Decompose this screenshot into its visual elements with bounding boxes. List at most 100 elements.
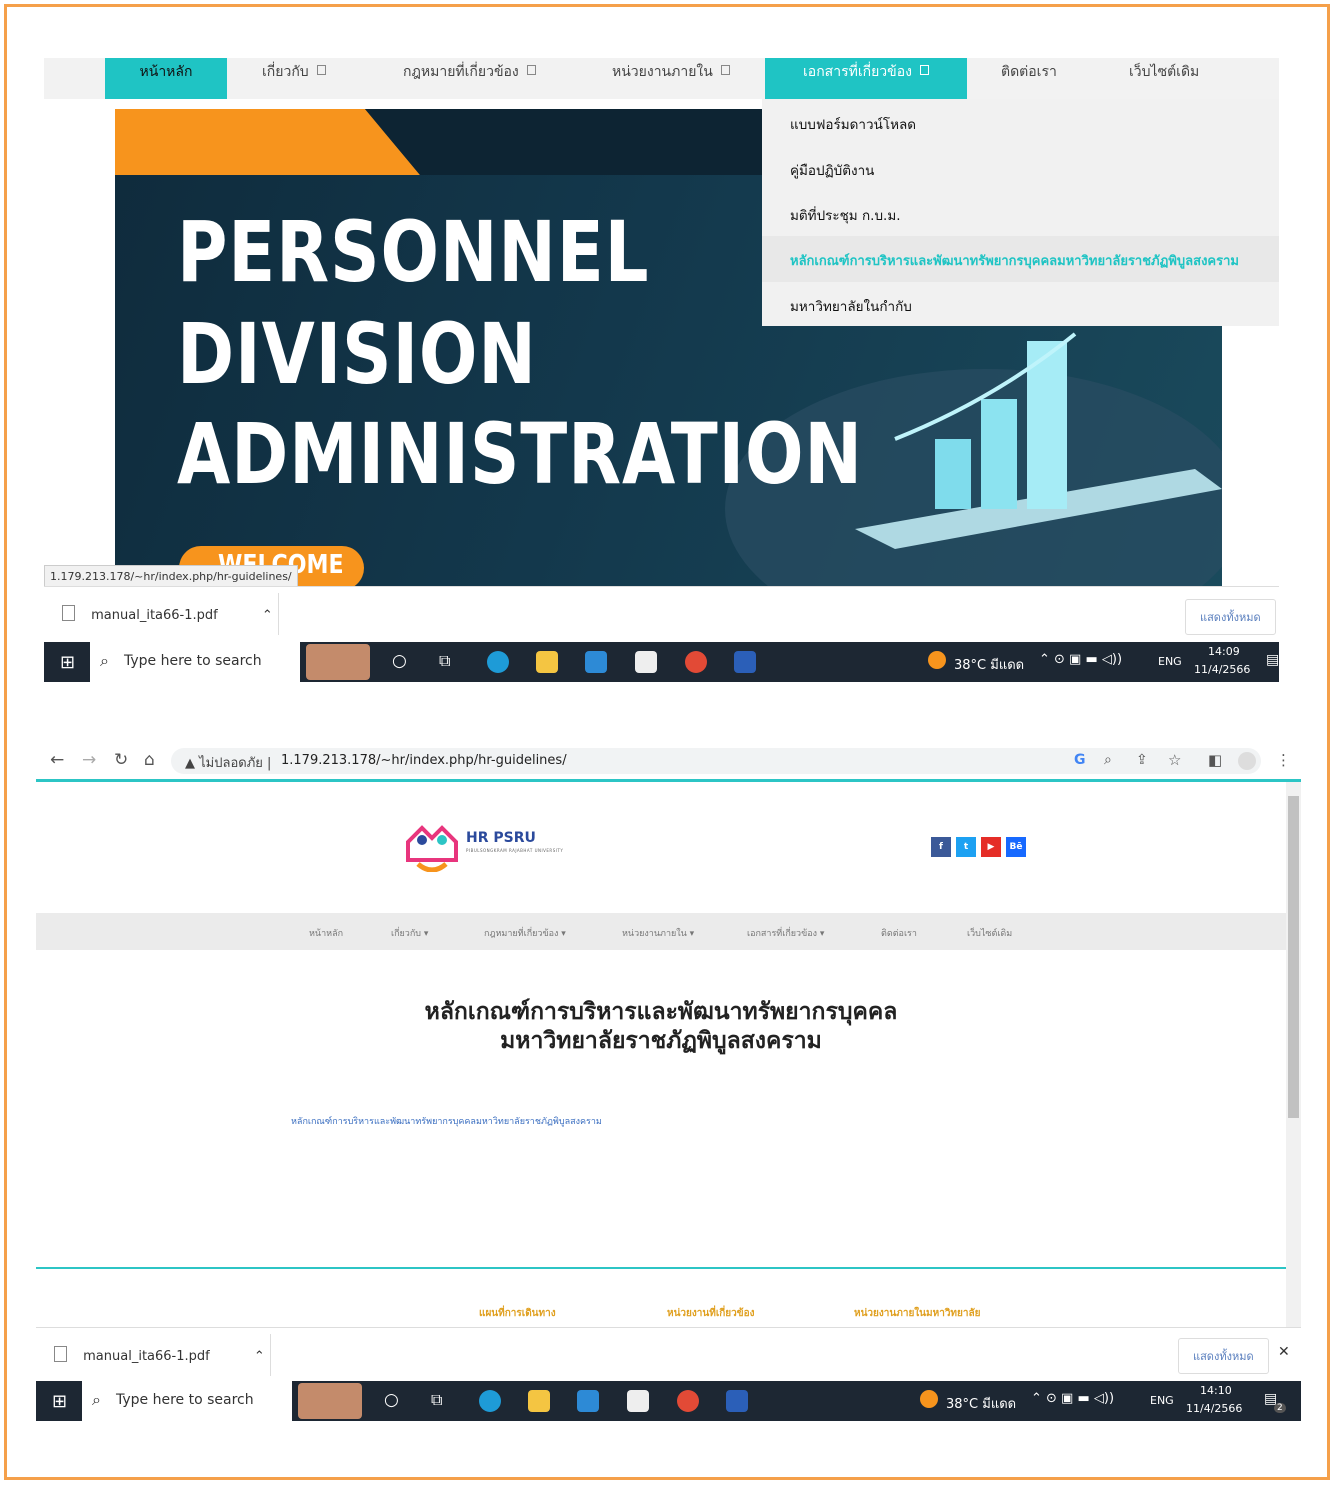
footer-link-map[interactable]: แผนที่การเดินทาง	[479, 1306, 556, 1321]
twitter-icon[interactable]: t	[956, 837, 976, 857]
system-tray-icons[interactable]: ⌃ ⊙ ▣ ▬ ◁))	[1039, 652, 1122, 667]
dropdown-item-autonomous[interactable]: มหาวิทยาลัยในกำกับ	[790, 295, 912, 317]
search-icon: ⌕	[92, 1390, 101, 1409]
dropdown-icon	[316, 65, 326, 75]
file-explorer-icon[interactable]	[536, 651, 558, 673]
cortana-icon[interactable]: ○	[392, 651, 407, 671]
windows-start-icon[interactable]: ⊞	[52, 1391, 67, 1412]
zoom-icon[interactable]: ⌕	[1104, 752, 1112, 768]
footer-link-related[interactable]: หน่วยงานที่เกี่ยวข้อง	[667, 1306, 755, 1321]
download-bar: manual_ita66-1.pdf ⌃ แสดงทั้งหมด	[44, 586, 1279, 643]
warning-icon: ▲	[185, 756, 195, 771]
system-tray-icons[interactable]: ⌃ ⊙ ▣ ▬ ◁))	[1031, 1391, 1114, 1406]
profile-avatar[interactable]	[1238, 752, 1256, 770]
nav-docs[interactable]: เอกสารที่เกี่ยวข้อง ▾	[747, 926, 824, 940]
nav-laws[interactable]: กฎหมายที่เกี่ยวข้อง	[403, 58, 536, 99]
search-highlight-icon[interactable]	[298, 1383, 362, 1419]
dropdown-item-guidelines[interactable]: หลักเกณฑ์การบริหารและพัฒนาทรัพยากรบุคคลม…	[790, 250, 1239, 271]
taskbar-search[interactable]: ⌕ Type here to search	[82, 1381, 292, 1421]
show-all-button[interactable]: แสดงทั้งหมด	[1185, 599, 1276, 635]
youtube-icon[interactable]: ▶	[981, 837, 1001, 857]
bookmark-star-icon[interactable]: ☆	[1168, 751, 1181, 769]
nav-contact[interactable]: ติดต่อเรา	[881, 926, 917, 940]
footer-link-internal[interactable]: หน่วยงานภายในมหาวิทยาลัย	[854, 1306, 981, 1321]
behance-icon[interactable]: Bē	[1006, 837, 1026, 857]
notification-count-badge: 2	[1274, 1403, 1286, 1413]
mail-icon[interactable]	[577, 1390, 599, 1412]
weather-icon[interactable]	[928, 651, 946, 669]
google-icon[interactable]: G	[1074, 752, 1086, 768]
taskbar-weather[interactable]: 38°C มีแดด	[954, 654, 1024, 675]
cortana-icon[interactable]: ○	[384, 1390, 399, 1410]
file-explorer-icon[interactable]	[528, 1390, 550, 1412]
nav-home-label: หน้าหลัก	[139, 64, 193, 80]
address-bar[interactable]: ▲ ไม่ปลอดภัย | 1.179.213.178/~hr/index.p…	[171, 748, 1261, 774]
task-view-icon[interactable]: ⧉	[439, 651, 450, 671]
download-bar: manual_ita66-1.pdf ⌃ แสดงทั้งหมด ✕	[36, 1327, 1301, 1382]
website: HR PSRU PIBULSONGKRAM RAJABHAT UNIVERSIT…	[36, 782, 1286, 1372]
document-link[interactable]: หลักเกณฑ์การบริหารและพัฒนาทรัพยากรบุคคลม…	[291, 1114, 602, 1128]
screenshot-bottom: ← → ↻ ⌂ ▲ ไม่ปลอดภัย | 1.179.213.178/~hr…	[36, 745, 1301, 1421]
word-icon[interactable]	[726, 1390, 748, 1412]
top-nav: หน้าหลัก เกี่ยวกับ กฎหมายที่เกี่ยวข้อง ห…	[44, 58, 1279, 99]
taskbar-date[interactable]: 11/4/2566	[1186, 1402, 1242, 1415]
nav-home[interactable]: หน้าหลัก	[105, 58, 227, 99]
taskbar-weather[interactable]: 38°C มีแดด	[946, 1393, 1016, 1414]
status-bar-url: 1.179.213.178/~hr/index.php/hr-guideline…	[44, 565, 298, 588]
nav-units[interactable]: หน่วยงานภายใน	[612, 58, 730, 99]
mail-icon[interactable]	[585, 651, 607, 673]
store-icon[interactable]	[627, 1390, 649, 1412]
close-icon[interactable]: ✕	[1278, 1344, 1290, 1360]
dropdown-icon	[919, 65, 929, 75]
site-nav: หน้าหลัก เกี่ยวกับ ▾ กฎหมายที่เกี่ยวข้อง…	[36, 913, 1286, 950]
download-item[interactable]: manual_ita66-1.pdf ⌃	[54, 1346, 265, 1364]
page-scrollbar[interactable]	[1286, 782, 1301, 1327]
nav-units[interactable]: หน่วยงานภายใน ▾	[622, 926, 694, 940]
chrome-icon[interactable]	[685, 651, 707, 673]
logo-subtitle: PIBULSONGKRAM RAJABHAT UNIVERSITY	[466, 848, 564, 853]
taskbar-search[interactable]: ⌕ Type here to search	[90, 642, 300, 682]
taskbar-date[interactable]: 11/4/2566	[1194, 663, 1250, 676]
more-menu-icon[interactable]: ⋮	[1276, 751, 1291, 769]
side-panel-icon[interactable]: ◧	[1208, 751, 1222, 769]
chevron-up-icon[interactable]: ⌃	[262, 608, 273, 623]
search-highlight-icon[interactable]	[306, 644, 370, 680]
nav-about[interactable]: เกี่ยวกับ	[262, 58, 326, 99]
back-icon[interactable]: ←	[50, 750, 64, 770]
edge-icon[interactable]	[479, 1390, 501, 1412]
show-all-button[interactable]: แสดงทั้งหมด	[1178, 1338, 1269, 1374]
nav-docs[interactable]: เอกสารที่เกี่ยวข้อง	[765, 58, 967, 99]
download-item[interactable]: manual_ita66-1.pdf ⌃	[62, 605, 273, 623]
dropdown-item-forms[interactable]: แบบฟอร์มดาวน์โหลด	[790, 113, 916, 135]
reload-icon[interactable]: ↻	[114, 750, 128, 770]
nav-about[interactable]: เกี่ยวกับ ▾	[391, 926, 428, 940]
chevron-up-icon[interactable]: ⌃	[254, 1349, 265, 1364]
home-icon[interactable]: ⌂	[144, 750, 155, 770]
nav-contact[interactable]: ติดต่อเรา	[1001, 58, 1057, 99]
edge-icon[interactable]	[487, 651, 509, 673]
taskbar-time[interactable]: 14:09	[1208, 645, 1240, 658]
taskbar-language[interactable]: ENG	[1150, 1394, 1174, 1407]
weather-icon[interactable]	[920, 1390, 938, 1408]
nav-oldsite[interactable]: เว็บไซต์เดิม	[1129, 58, 1199, 99]
site-logo[interactable]: HR PSRU PIBULSONGKRAM RAJABHAT UNIVERSIT…	[404, 820, 563, 876]
notification-icon[interactable]: ▤	[1266, 652, 1279, 668]
nav-home[interactable]: หน้าหลัก	[309, 926, 343, 940]
task-view-icon[interactable]: ⧉	[431, 1390, 442, 1410]
footer-divider	[36, 1267, 1286, 1269]
not-secure-indicator[interactable]: ▲ ไม่ปลอดภัย |	[185, 752, 271, 773]
windows-start-icon[interactable]: ⊞	[60, 652, 75, 673]
share-icon[interactable]: ⇪	[1136, 752, 1148, 768]
word-icon[interactable]	[734, 651, 756, 673]
dropdown-item-manual[interactable]: คู่มือปฏิบัติงาน	[790, 159, 874, 181]
forward-icon[interactable]: →	[82, 750, 96, 770]
taskbar-language[interactable]: ENG	[1158, 655, 1182, 668]
scrollbar-thumb[interactable]	[1288, 796, 1299, 1118]
facebook-icon[interactable]: f	[931, 837, 951, 857]
chrome-icon[interactable]	[677, 1390, 699, 1412]
taskbar-time[interactable]: 14:10	[1200, 1384, 1232, 1397]
dropdown-item-resolution[interactable]: มติที่ประชุม ก.บ.ม.	[790, 204, 901, 226]
nav-oldsite[interactable]: เว็บไซต์เดิม	[967, 926, 1012, 940]
nav-laws[interactable]: กฎหมายที่เกี่ยวข้อง ▾	[484, 926, 566, 940]
store-icon[interactable]	[635, 651, 657, 673]
